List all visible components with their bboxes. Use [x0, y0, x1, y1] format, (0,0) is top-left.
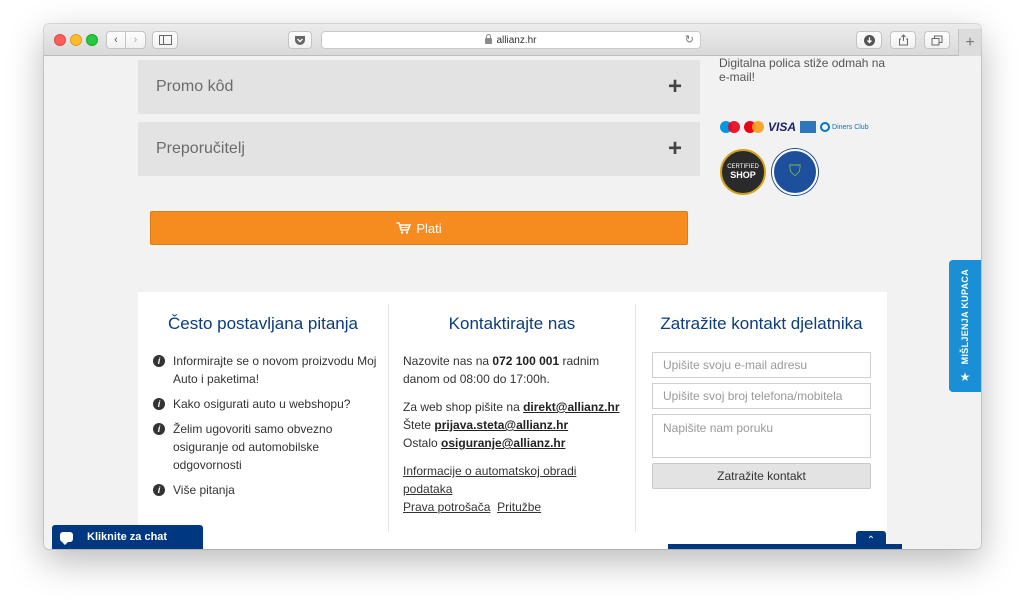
- contact-title: Kontaktirajte nas: [448, 314, 576, 333]
- star-icon: ★: [959, 370, 971, 384]
- info-icon: i: [153, 398, 165, 410]
- faq-item[interactable]: i Više pitanja: [153, 481, 378, 499]
- faq-item[interactable]: i Kako osigurati auto u webshopu?: [153, 395, 378, 413]
- maestro-logo: [720, 121, 740, 133]
- contact-details: Nazovite nas na 072 100 001 radnim danom…: [403, 352, 628, 516]
- address-bar[interactable]: allianz.hr ↻: [321, 31, 701, 49]
- email-input[interactable]: Upišite svoju e-mail adresu: [652, 352, 871, 378]
- info-icon: i: [153, 355, 165, 367]
- download-icon: [863, 34, 875, 46]
- promo-code-toggle[interactable]: Promo kôd +: [138, 60, 700, 114]
- legal-links: Informacije o automatskoj obradi podatak…: [403, 462, 628, 516]
- request-contact-button[interactable]: Zatražite kontakt: [652, 463, 871, 489]
- customer-reviews-tab[interactable]: MIŠLJENJA KUPACA ★: [949, 260, 981, 392]
- customer-reviews-label: MIŠLJENJA KUPACA: [960, 268, 970, 364]
- request-contact-section: Zatražite kontakt djelatnika Upišite svo…: [636, 292, 887, 532]
- chevron-left-icon: ‹: [114, 34, 118, 46]
- basket-icon: ⛉: [788, 163, 801, 180]
- share-icon: [898, 34, 908, 46]
- chevron-up-icon: ⌃: [866, 534, 876, 546]
- visa-logo: VISA: [768, 120, 797, 134]
- faq-list: i Informirajte se o novom proizvodu Moj A…: [153, 352, 378, 506]
- expand-plus-icon: +: [667, 135, 682, 162]
- faq-item[interactable]: i Informirajte se o novom proizvodu Moj A…: [153, 352, 378, 388]
- browser-toolbar: ‹ › allianz.hr ↻ +: [44, 24, 981, 56]
- referrer-label: Preporučitelj: [156, 140, 245, 157]
- pocket-icon: [295, 35, 305, 45]
- complaints-link[interactable]: Pritužbe: [497, 500, 541, 514]
- info-icon: i: [153, 423, 165, 435]
- close-window-button[interactable]: [54, 34, 66, 46]
- plus-icon: +: [965, 33, 975, 51]
- share-button[interactable]: [890, 31, 916, 49]
- trust-mark-badge[interactable]: ⛉: [772, 149, 818, 195]
- phone-line: Nazovite nas na 072 100 001 radnim danom…: [403, 354, 600, 386]
- back-button[interactable]: ‹: [106, 31, 126, 49]
- tabs-icon: [931, 35, 943, 45]
- webshop-email-link[interactable]: direkt@allianz.hr: [523, 400, 619, 414]
- amex-logo: [800, 121, 817, 133]
- pocket-button[interactable]: [288, 31, 312, 49]
- minimize-window-button[interactable]: [70, 34, 82, 46]
- downloads-button[interactable]: [856, 31, 882, 49]
- faq-item[interactable]: i Želim ugovoriti samo obvezno osiguranje…: [153, 420, 378, 474]
- zoom-window-button[interactable]: [86, 34, 98, 46]
- chat-button-label: Kliknite za chat: [87, 531, 168, 543]
- contact-section: Kontaktirajte nas Nazovite nas na 072 10…: [388, 304, 636, 532]
- faq-section: Često postavljana pitanja i Informirajte …: [138, 292, 388, 532]
- data-processing-link[interactable]: Informacije o automatskoj obradi podatak…: [403, 464, 576, 496]
- consumer-rights-link[interactable]: Prava potrošača: [403, 500, 490, 514]
- faq-title: Često postavljana pitanja: [168, 314, 358, 333]
- other-email-link[interactable]: osiguranje@allianz.hr: [441, 436, 565, 450]
- request-contact-title: Zatražite kontakt djelatnika: [660, 314, 863, 333]
- chat-button[interactable]: Kliknite za chat: [52, 525, 203, 549]
- pay-button[interactable]: Plati: [150, 211, 688, 245]
- email-lines: Za web shop pišite na direkt@allianz.hr …: [403, 400, 620, 450]
- pay-button-label: Plati: [416, 220, 442, 236]
- chevron-right-icon: ›: [133, 34, 138, 46]
- sidebar-toggle-button[interactable]: [152, 31, 178, 49]
- reload-icon[interactable]: ↻: [685, 33, 694, 46]
- tab-overview-button[interactable]: [924, 31, 950, 49]
- scroll-to-top-button[interactable]: ⌃: [856, 531, 886, 549]
- mastercard-logo: [744, 121, 764, 133]
- phone-number[interactable]: 072 100 001: [492, 354, 559, 368]
- info-panel: Često postavljana pitanja i Informirajte …: [138, 292, 887, 549]
- browser-window: ‹ › allianz.hr ↻ + Promo kôd + Preporuči…: [44, 24, 981, 549]
- policy-delivery-note: Digitalna polica stiže odmah na e-mail!: [719, 56, 886, 84]
- info-icon: i: [153, 484, 165, 496]
- request-contact-form: Upišite svoju e-mail adresu Upišite svoj…: [652, 352, 871, 489]
- certified-shop-badge[interactable]: CERTIFIED SHOP: [720, 149, 766, 195]
- claims-email-link[interactable]: prijava.steta@allianz.hr: [434, 418, 568, 432]
- message-textarea[interactable]: Napišite nam poruku: [652, 414, 871, 458]
- url-text: allianz.hr: [496, 34, 537, 46]
- chat-bubble-icon: [60, 532, 73, 545]
- phone-input[interactable]: Upišite svoj broj telefona/mobitela: [652, 383, 871, 409]
- referrer-toggle[interactable]: Preporučitelj +: [138, 122, 700, 176]
- diners-logo: Diners Club: [820, 122, 869, 132]
- payment-cards: VISA Diners Club: [720, 120, 869, 134]
- lock-icon: [485, 34, 493, 44]
- page-content: Promo kôd + Preporučitelj + Plati Digita…: [44, 56, 981, 549]
- sidebar-icon: [158, 35, 172, 45]
- expand-plus-icon: +: [667, 73, 682, 100]
- cart-icon: [396, 222, 412, 234]
- new-tab-button[interactable]: +: [958, 29, 981, 56]
- promo-code-label: Promo kôd: [156, 78, 234, 95]
- forward-button[interactable]: ›: [126, 31, 146, 49]
